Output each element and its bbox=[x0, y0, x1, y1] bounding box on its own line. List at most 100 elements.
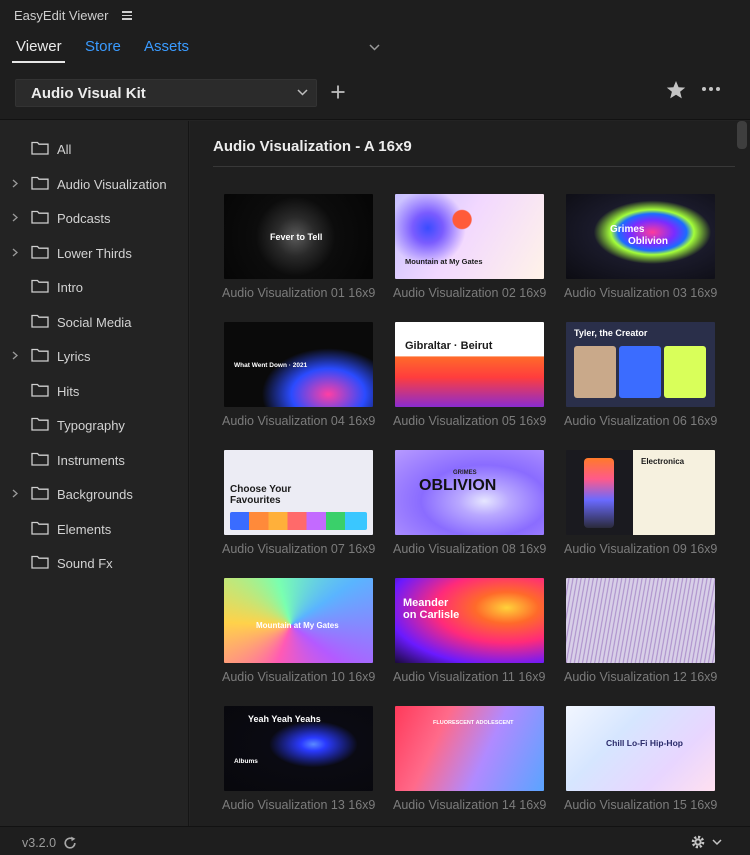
chevron-right-icon[interactable] bbox=[12, 179, 18, 188]
sidebar-item-audio-visualization[interactable]: Audio Visualization bbox=[0, 173, 188, 197]
hamburger-menu-icon[interactable] bbox=[122, 11, 133, 20]
toolbar: Audio Visual Kit bbox=[0, 66, 750, 120]
sidebar-item-instruments[interactable]: Instruments bbox=[0, 449, 188, 473]
thumbnail-text: Oblivion bbox=[628, 236, 668, 247]
sidebar-item-typography[interactable]: Typography bbox=[0, 414, 188, 438]
asset-caption: Audio Visualization 11 16x9 bbox=[393, 670, 546, 684]
chevron-down-icon bbox=[297, 89, 308, 96]
sidebar-item-label: Typography bbox=[57, 418, 125, 433]
sidebar-item-lyrics[interactable]: Lyrics bbox=[0, 345, 188, 369]
folder-icon bbox=[31, 314, 49, 328]
asset-caption: Audio Visualization 02 16x9 bbox=[393, 286, 547, 300]
asset-caption: Audio Visualization 06 16x9 bbox=[564, 414, 718, 428]
thumbnail-text: Mountain at My Gates bbox=[256, 621, 339, 630]
sidebar-item-label: Social Media bbox=[57, 315, 132, 330]
thumbnail-text: Fever to Tell bbox=[270, 232, 323, 242]
sidebar-item-label: Podcasts bbox=[57, 211, 111, 226]
settings-gear-icon[interactable] bbox=[690, 834, 724, 850]
thumbnail-phone-shape bbox=[584, 458, 614, 528]
thumbnail-text: Tyler, the Creator bbox=[574, 328, 648, 338]
folder-icon bbox=[31, 141, 49, 155]
thumbnail-text: Favourites bbox=[230, 495, 281, 506]
sidebar-item-hits[interactable]: Hits bbox=[0, 380, 188, 404]
tab-viewer[interactable]: Viewer bbox=[16, 38, 62, 55]
asset-thumbnail: Chill Lo-Fi Hip-Hop bbox=[566, 706, 715, 791]
thumbnail-text: Albums bbox=[234, 758, 258, 765]
thumbnail-tiles bbox=[230, 512, 367, 530]
scrollbar-thumb[interactable] bbox=[737, 121, 747, 149]
thumbnail-text: GRIMES bbox=[453, 470, 477, 476]
star-icon[interactable] bbox=[666, 80, 686, 100]
asset-thumbnail: Grimes Oblivion bbox=[566, 194, 715, 279]
folder-icon bbox=[31, 452, 49, 466]
refresh-icon[interactable] bbox=[63, 836, 77, 850]
sidebar-item-label: Audio Visualization bbox=[57, 177, 167, 192]
more-options-icon[interactable] bbox=[701, 86, 721, 92]
folder-icon bbox=[31, 176, 49, 190]
chevron-down-icon[interactable] bbox=[369, 44, 380, 51]
thumbnail-text: Meander bbox=[403, 597, 449, 609]
sidebar-item-social-media[interactable]: Social Media bbox=[0, 311, 188, 335]
thumbnail-text: Gibraltar · Beirut bbox=[405, 340, 493, 352]
sidebar-item-sound-fx[interactable]: Sound Fx bbox=[0, 552, 188, 576]
asset-thumbnail: FLUORESCENT ADOLESCENT bbox=[395, 706, 544, 791]
asset-caption: Audio Visualization 08 16x9 bbox=[393, 542, 547, 556]
folder-icon bbox=[31, 417, 49, 431]
tab-assets[interactable]: Assets bbox=[144, 38, 189, 55]
sidebar-item-label: Sound Fx bbox=[57, 556, 113, 571]
thumbnail-text: Chill Lo-Fi Hip-Hop bbox=[606, 738, 683, 748]
kit-dropdown[interactable]: Audio Visual Kit bbox=[15, 79, 317, 107]
sidebar-item-label: Instruments bbox=[57, 453, 125, 468]
asset-caption: Audio Visualization 09 16x9 bbox=[564, 542, 718, 556]
asset-caption: Audio Visualization 12 16x9 bbox=[564, 670, 718, 684]
sidebar-item-lower-thirds[interactable]: Lower Thirds bbox=[0, 242, 188, 266]
folder-icon bbox=[31, 383, 49, 397]
folder-icon bbox=[31, 279, 49, 293]
folder-icon bbox=[31, 348, 49, 362]
asset-thumbnail: Fever to Tell bbox=[224, 194, 373, 279]
asset-caption: Audio Visualization 01 16x9 bbox=[222, 286, 376, 300]
thumbnail-text: on Carlisle bbox=[403, 609, 460, 621]
thumbnail-card-shape bbox=[619, 346, 661, 398]
sidebar-item-label: All bbox=[57, 142, 72, 157]
asset-caption: Audio Visualization 14 16x9 bbox=[393, 798, 547, 812]
thumbnail-text: What Went Down · 2021 bbox=[234, 362, 308, 369]
asset-thumbnail: What Went Down · 2021 bbox=[224, 322, 373, 407]
kit-dropdown-value: Audio Visual Kit bbox=[31, 85, 146, 102]
thumbnail-card-shape bbox=[574, 346, 616, 398]
section-title: Audio Visualization - A 16x9 bbox=[213, 138, 412, 155]
folder-icon bbox=[31, 521, 49, 535]
chevron-right-icon[interactable] bbox=[12, 489, 18, 498]
folder-icon bbox=[31, 555, 49, 569]
sidebar-item-backgrounds[interactable]: Backgrounds bbox=[0, 483, 188, 507]
asset-caption: Audio Visualization 13 16x9 bbox=[222, 798, 376, 812]
asset-thumbnail bbox=[566, 578, 715, 663]
thumbnail-text: FLUORESCENT ADOLESCENT bbox=[433, 720, 514, 726]
thumbnail-text: OBLIVION bbox=[419, 477, 497, 494]
sidebar-item-elements[interactable]: Elements bbox=[0, 518, 188, 542]
chevron-right-icon[interactable] bbox=[12, 248, 18, 257]
asset-thumbnail: Electronica bbox=[566, 450, 715, 535]
app-title: EasyEdit Viewer bbox=[14, 7, 109, 23]
tab-bar: Viewer Store Assets bbox=[0, 30, 750, 66]
sidebar-item-podcasts[interactable]: Podcasts bbox=[0, 207, 188, 231]
folder-icon bbox=[31, 210, 49, 224]
add-icon[interactable] bbox=[330, 84, 346, 100]
asset-thumbnail: Choose Your Favourites bbox=[224, 450, 373, 535]
asset-caption: Audio Visualization 05 16x9 bbox=[393, 414, 547, 428]
sidebar-item-all[interactable]: All bbox=[0, 138, 188, 162]
folder-icon bbox=[31, 486, 49, 500]
asset-thumbnail: Meander on Carlisle bbox=[395, 578, 544, 663]
chevron-right-icon[interactable] bbox=[12, 351, 18, 360]
section-divider bbox=[213, 166, 735, 167]
tab-store[interactable]: Store bbox=[85, 38, 121, 55]
asset-caption: Audio Visualization 04 16x9 bbox=[222, 414, 376, 428]
asset-thumbnail: Yeah Yeah Yeahs Albums bbox=[224, 706, 373, 791]
asset-caption: Audio Visualization 03 16x9 bbox=[564, 286, 718, 300]
active-tab-indicator bbox=[12, 61, 65, 63]
status-bar: v3.2.0 bbox=[0, 826, 750, 855]
thumbnail-text: Yeah Yeah Yeahs bbox=[248, 714, 321, 724]
sidebar-item-intro[interactable]: Intro bbox=[0, 276, 188, 300]
version-label: v3.2.0 bbox=[22, 836, 57, 850]
chevron-right-icon[interactable] bbox=[12, 213, 18, 222]
